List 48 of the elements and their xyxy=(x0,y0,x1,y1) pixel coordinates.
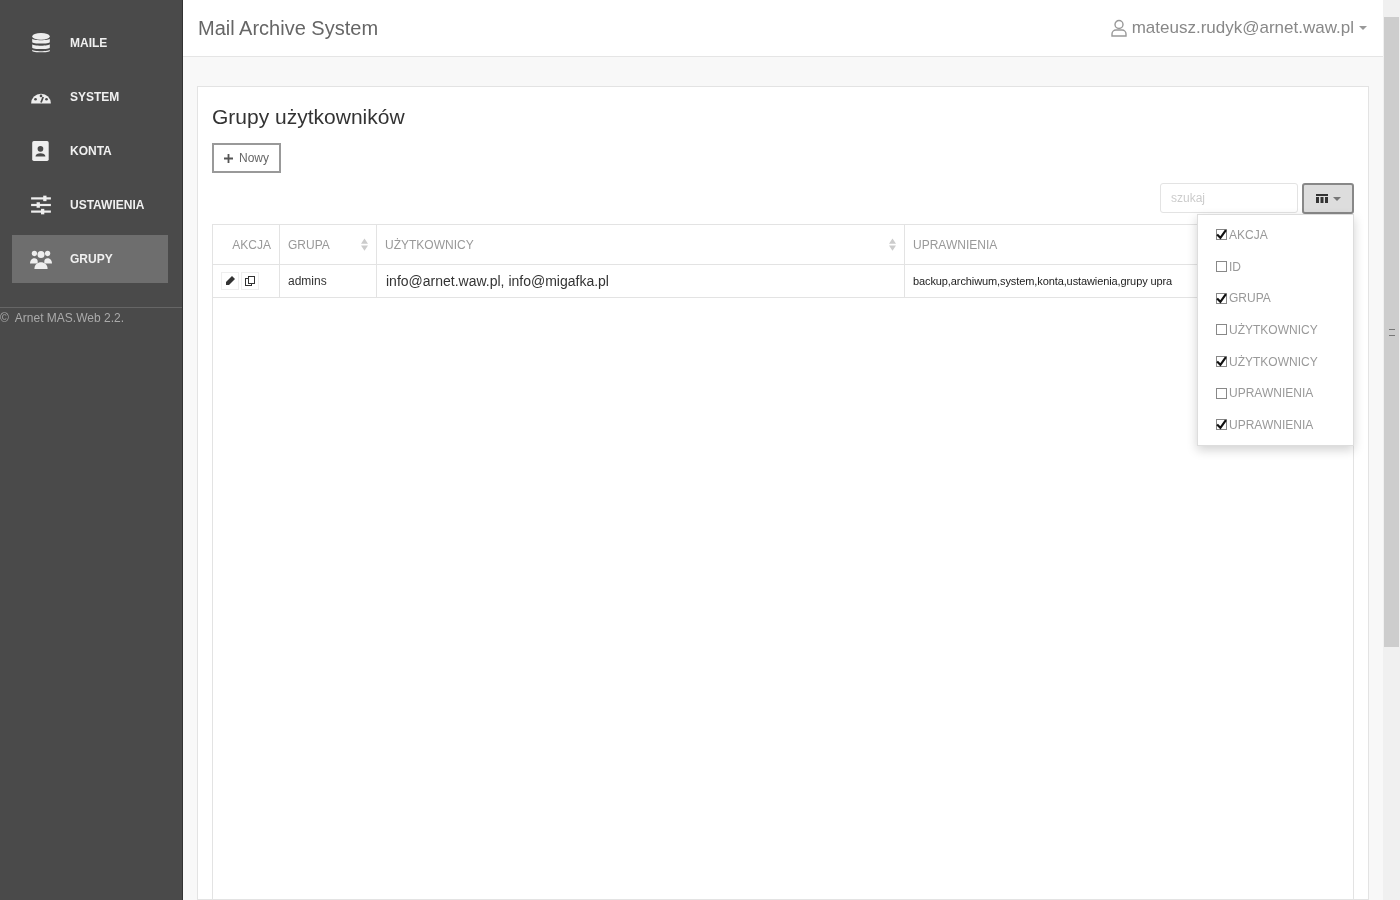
nav-item[interactable]: GRUPY xyxy=(12,235,168,283)
database-icon xyxy=(30,32,52,54)
copy-icon xyxy=(245,276,255,286)
sort-icon xyxy=(889,238,896,251)
nav-item[interactable]: MAILE xyxy=(12,19,168,67)
scrollbar[interactable] xyxy=(1383,0,1400,900)
column-header[interactable]: GRUPA xyxy=(279,225,377,265)
app-title: Mail Archive System xyxy=(198,16,379,40)
scrollbar-thumb[interactable] xyxy=(1384,17,1399,647)
columns-button[interactable] xyxy=(1302,183,1354,214)
nav-item[interactable]: KONTA xyxy=(12,127,168,175)
page-title: Grupy użytkowników xyxy=(212,105,406,129)
column-option[interactable]: GRUPA xyxy=(1198,282,1353,315)
copyright-symbol: © xyxy=(0,311,9,325)
nav-item[interactable]: SYSTEM xyxy=(12,73,168,121)
column-option[interactable]: UŻYTKOWNICY xyxy=(1198,345,1353,378)
checkbox[interactable] xyxy=(1216,419,1227,431)
column-option[interactable]: UPRAWNIENIA xyxy=(1198,377,1353,410)
checkbox[interactable] xyxy=(1216,229,1227,241)
column-option[interactable]: UŻYTKOWNICY xyxy=(1198,314,1353,346)
users-icon xyxy=(30,248,52,270)
user-menu[interactable]: mateusz.rudyk@arnet.waw.pl xyxy=(1110,18,1367,38)
column-header: AKCJA xyxy=(213,225,280,265)
sort-icon xyxy=(361,238,368,251)
checkbox[interactable] xyxy=(1216,387,1227,399)
contact-book-icon xyxy=(30,140,52,162)
sliders-icon xyxy=(30,194,52,216)
column-option[interactable]: UPRAWNIENIA xyxy=(1198,409,1353,441)
new-button[interactable]: Nowy xyxy=(212,143,281,173)
caret-icon xyxy=(1359,26,1367,30)
checkbox[interactable] xyxy=(1216,356,1227,368)
table-cell: info@arnet.waw.pl, info@migafka.pl xyxy=(376,264,905,298)
checkbox[interactable] xyxy=(1216,324,1227,336)
caret-icon xyxy=(1332,196,1341,201)
table-cell: admins xyxy=(279,264,377,298)
column-header[interactable]: UŻYTKOWNICY xyxy=(376,225,905,265)
version-text: Arnet MAS.Web 2.2. xyxy=(14,311,124,325)
pencil-icon xyxy=(225,276,235,286)
copy-button[interactable] xyxy=(241,272,259,290)
checkbox[interactable] xyxy=(1216,292,1227,304)
columns-icon xyxy=(1315,194,1328,203)
nav-item[interactable]: USTAWIENIA xyxy=(12,181,168,229)
user-icon xyxy=(1110,19,1127,37)
edit-button[interactable] xyxy=(221,272,239,290)
column-option[interactable]: AKCJA xyxy=(1198,219,1353,251)
checkbox[interactable] xyxy=(1216,261,1227,273)
column-option[interactable]: ID xyxy=(1198,250,1353,283)
plus-icon xyxy=(224,153,233,163)
